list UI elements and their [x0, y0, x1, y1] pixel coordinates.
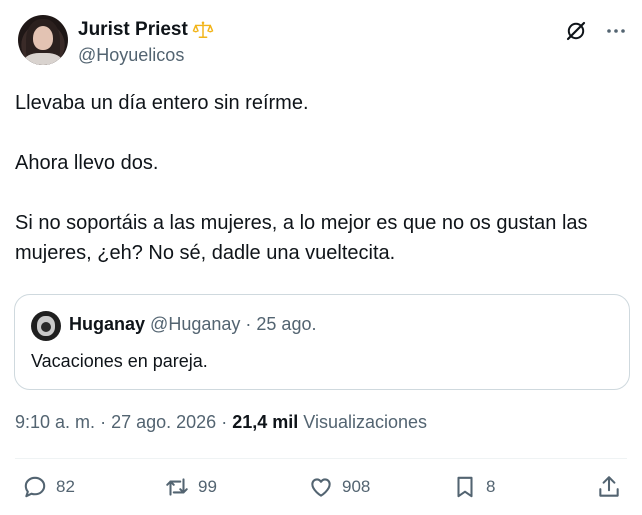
bookmark-button[interactable]: 8 — [452, 474, 495, 500]
repost-count: 99 — [198, 477, 217, 496]
tweet-meta: 9:10 a. m. · 27 ago. 2026 · 21,4 mil Vis… — [15, 412, 427, 433]
divider — [15, 458, 627, 459]
quote-text: Vacaciones en pareja. — [31, 351, 208, 371]
share-button[interactable] — [596, 474, 622, 500]
quote-handle[interactable]: @Huganay — [150, 314, 240, 334]
more-icon[interactable] — [604, 19, 628, 43]
author-handle[interactable]: @Hoyuelicos — [78, 45, 184, 66]
tweet-time[interactable]: 9:10 a. m. — [15, 412, 95, 432]
reply-count: 82 — [56, 477, 75, 496]
views-label[interactable]: Visualizaciones — [303, 412, 427, 432]
views-count[interactable]: 21,4 mil — [232, 412, 298, 432]
quote-display-name[interactable]: Huganay — [69, 314, 145, 334]
quote-header: Huganay @Huganay · 25 ago. — [69, 314, 316, 335]
quote-separator: · — [245, 314, 252, 334]
tweet-line-2: Ahora llevo dos. — [15, 152, 159, 174]
tweet-header: Jurist Priest @Hoyuelicos — [18, 15, 630, 71]
bookmark-count: 8 — [486, 477, 496, 496]
author-name-row: Jurist Priest — [78, 19, 214, 41]
tweet-line-3: Si no soportáis a las mujeres, a lo mejo… — [15, 212, 588, 264]
repost-icon — [166, 478, 188, 496]
meta-separator: · — [221, 412, 228, 432]
author-display-name[interactable]: Jurist Priest — [78, 19, 188, 41]
like-count: 908 — [342, 477, 371, 496]
grok-icon[interactable] — [564, 19, 588, 43]
tweet-spacer — [15, 118, 627, 148]
quote-avatar-detail — [41, 322, 51, 332]
tweet-spacer — [15, 178, 627, 208]
tweet-date[interactable]: 27 ago. 2026 — [111, 412, 216, 432]
tweet-text: Llevaba un día entero sin reírme. Ahora … — [15, 88, 627, 268]
share-icon — [599, 476, 619, 497]
author-avatar[interactable] — [18, 15, 68, 65]
like-button[interactable]: 908 — [308, 474, 370, 500]
heart-icon — [311, 478, 331, 497]
header-actions — [564, 19, 628, 43]
avatar-face — [33, 26, 53, 50]
reply-icon — [24, 476, 46, 498]
quote-date[interactable]: 25 ago. — [256, 314, 316, 334]
avatar-shirt — [24, 53, 62, 65]
quoted-tweet[interactable]: Huganay @Huganay · 25 ago. Vacaciones en… — [14, 294, 630, 390]
reply-button[interactable]: 82 — [22, 474, 75, 500]
bookmark-icon — [457, 476, 473, 498]
quote-author-avatar[interactable] — [31, 311, 61, 341]
repost-button[interactable]: 99 — [164, 474, 217, 500]
meta-separator: · — [100, 412, 107, 432]
scales-icon — [192, 21, 214, 38]
tweet-line-1: Llevaba un día entero sin reírme. — [15, 92, 309, 114]
action-bar: 82 99 908 8 — [0, 474, 642, 510]
